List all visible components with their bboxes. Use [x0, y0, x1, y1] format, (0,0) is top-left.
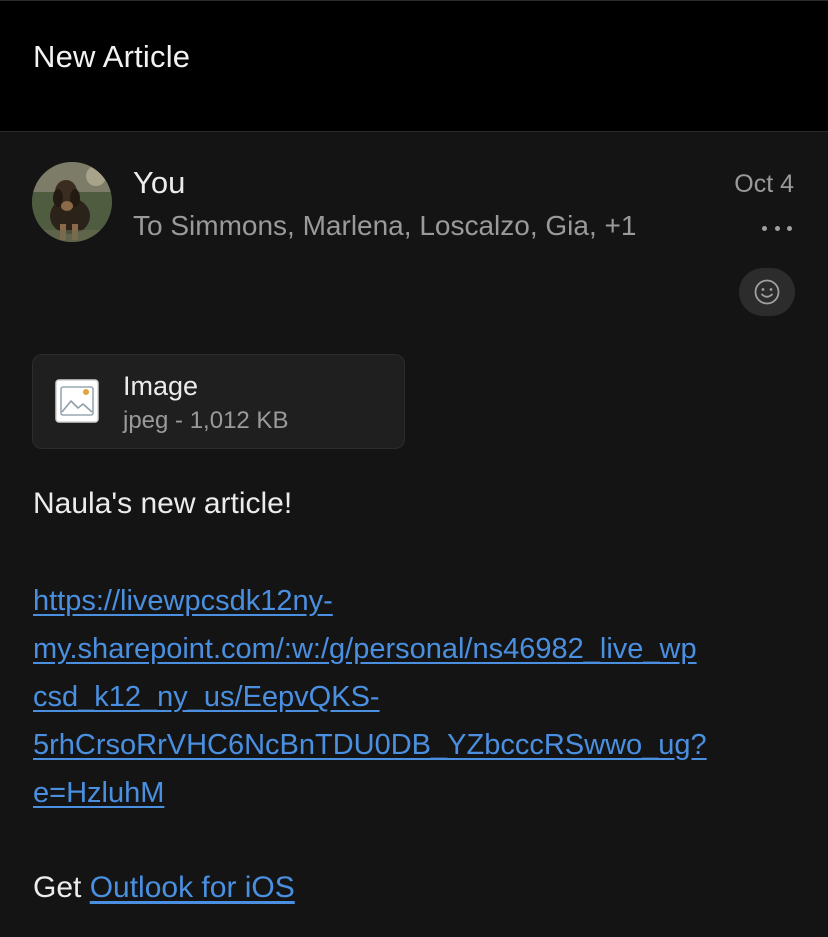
- avatar[interactable]: [32, 162, 112, 242]
- attachment-name: Image: [123, 371, 199, 401]
- top-bar: New Article: [0, 0, 828, 132]
- message-date: Oct 4: [734, 170, 794, 198]
- link-line[interactable]: my.sharepoint.com/:w:/g/personal/ns46982…: [33, 625, 793, 673]
- attachment-card[interactable]: Image jpeg - 1,012 KB: [32, 354, 405, 449]
- recipients-line[interactable]: To Simmons, Marlena, Loscalzo, Gia, +1: [133, 210, 636, 242]
- link-line[interactable]: e=HzluhM: [33, 769, 793, 817]
- link-line[interactable]: 5rhCrsoRrVHC6NcBnTDU0DB_YZbcccRSwwo_ug?: [33, 721, 793, 769]
- link-line[interactable]: csd_k12_ny_us/EepvQKS-: [33, 673, 793, 721]
- ellipsis-icon: [762, 225, 767, 231]
- email-reader: New Article You To Simmons, Marlena, Los…: [0, 0, 828, 937]
- link-line[interactable]: https://livewpcsdk12ny-: [33, 577, 793, 625]
- more-options-button[interactable]: [762, 214, 792, 242]
- image-file-icon: [55, 379, 99, 423]
- add-reaction-button[interactable]: [739, 268, 795, 316]
- subject-title: New Article: [33, 39, 191, 74]
- sharepoint-link[interactable]: https://livewpcsdk12ny- my.sharepoint.co…: [33, 577, 793, 817]
- ellipsis-dot: [774, 225, 780, 231]
- smiley-icon: [754, 279, 780, 305]
- outlook-ios-link[interactable]: Outlook for iOS: [90, 871, 295, 904]
- message-body-text: Naula's new article!: [33, 487, 293, 520]
- ellipsis-dot: [787, 225, 792, 231]
- signature: Get Outlook for iOS: [33, 871, 295, 905]
- signature-prefix: Get: [33, 871, 90, 904]
- sender-name[interactable]: You: [133, 165, 185, 201]
- attachment-meta: jpeg - 1,012 KB: [123, 407, 289, 434]
